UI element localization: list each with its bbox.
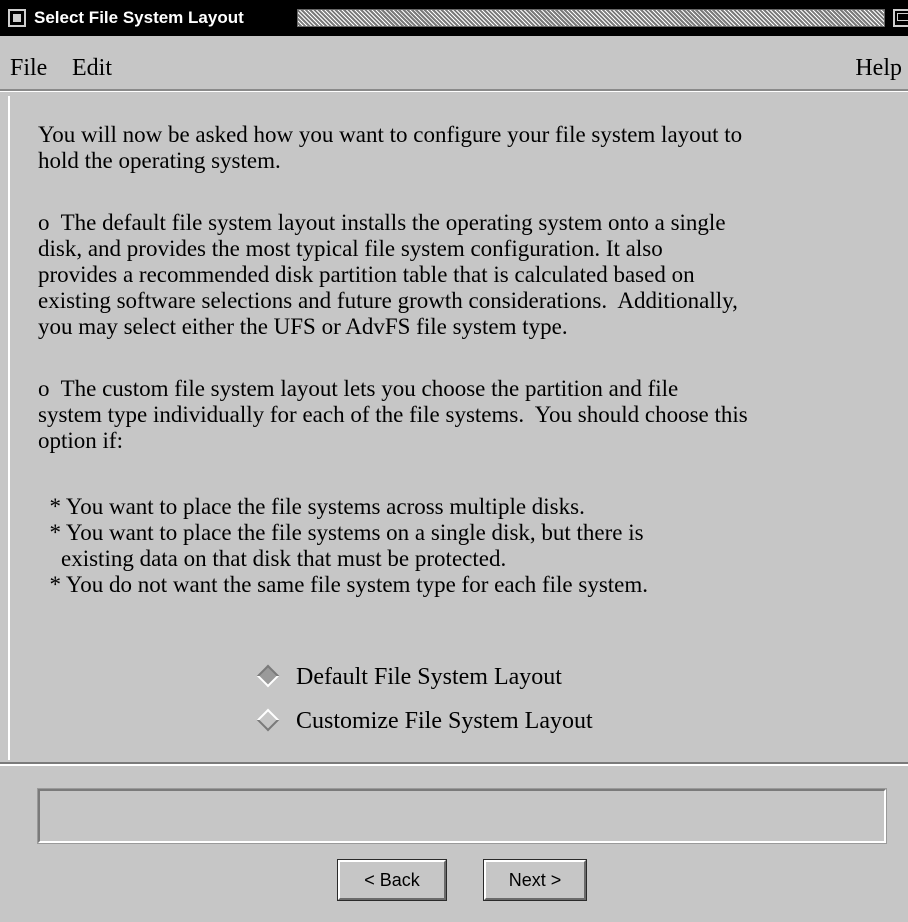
status-message-field [37, 788, 887, 844]
radio-diamond-icon[interactable] [256, 708, 280, 732]
custom-layout-description: o The custom file system layout lets you… [38, 376, 748, 453]
next-button[interactable]: Next > [483, 859, 587, 901]
default-layout-radio[interactable]: Default File System Layout [254, 662, 674, 694]
menu-help[interactable]: Help [855, 55, 902, 81]
select-file-system-layout-window: Select File System Layout File Edit Help… [0, 0, 908, 922]
custom-layout-radio[interactable]: Customize File System Layout [254, 706, 674, 738]
back-button[interactable]: < Back [337, 859, 447, 901]
window-title: Select File System Layout [34, 8, 244, 27]
window-menu-icon[interactable] [8, 9, 26, 27]
menu-file[interactable]: File [10, 55, 47, 81]
custom-layout-reasons: * You want to place the file systems acr… [49, 494, 649, 597]
maximize-icon[interactable] [893, 9, 908, 27]
menu-edit[interactable]: Edit [72, 55, 112, 81]
title-bar[interactable]: Select File System Layout [0, 0, 908, 36]
title-bar-drag-area[interactable] [297, 9, 885, 27]
menu-bar: File Edit Help [0, 45, 908, 91]
intro-text: You will now be asked how you want to co… [38, 122, 743, 173]
radio-diamond-selected-icon[interactable] [256, 664, 280, 688]
default-layout-label[interactable]: Default File System Layout [296, 662, 562, 692]
default-layout-description: o The default file system layout install… [38, 210, 738, 339]
separator [0, 762, 908, 766]
custom-layout-label[interactable]: Customize File System Layout [296, 706, 593, 736]
main-panel: You will now be asked how you want to co… [8, 96, 908, 760]
